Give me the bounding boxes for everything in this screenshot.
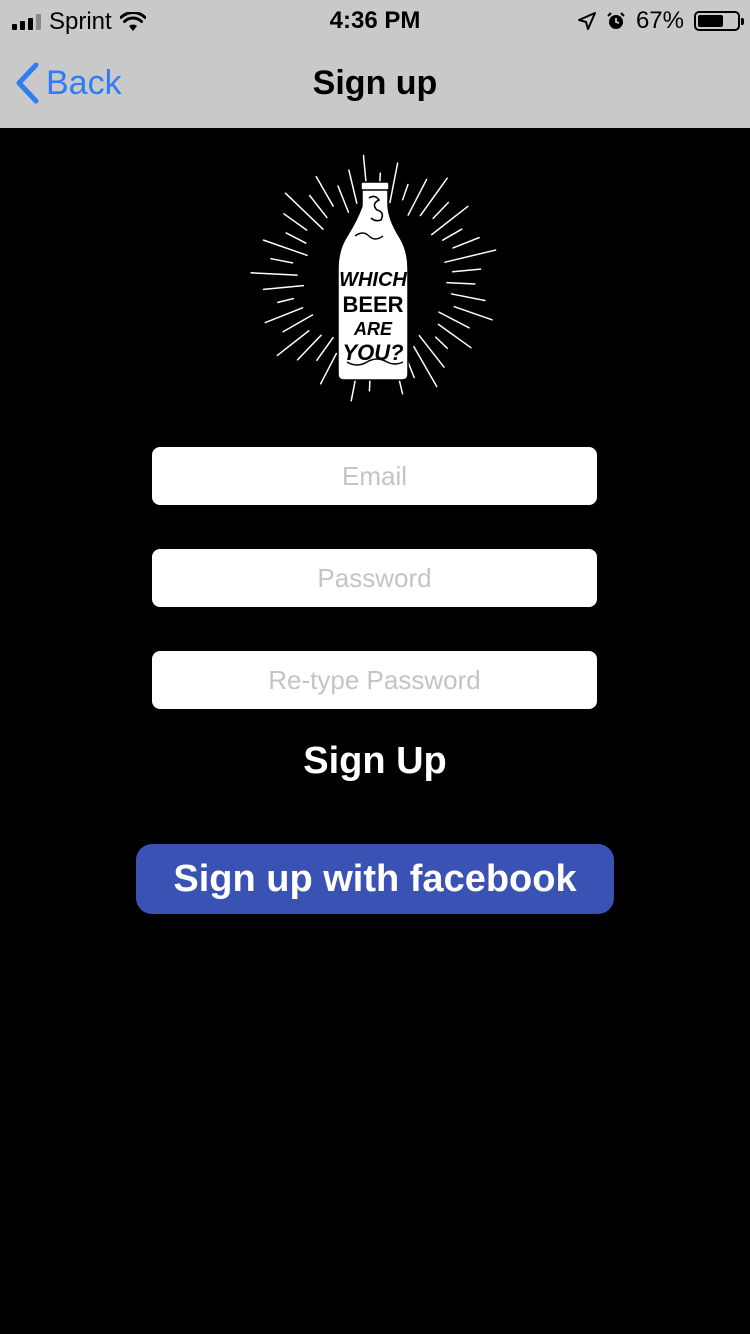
status-right: 67%	[577, 7, 744, 35]
navigation-bar: Back Sign up	[0, 40, 750, 128]
sunburst-ray	[264, 307, 304, 324]
sunburst-ray	[389, 162, 399, 204]
retype-password-field[interactable]	[152, 651, 597, 709]
sunburst-ray	[262, 284, 305, 291]
status-bar: Sprint 4:36 PM 67%	[0, 0, 750, 40]
sunburst-ray	[444, 249, 497, 263]
sunburst-ray	[296, 334, 322, 361]
sunburst-ray	[319, 352, 338, 385]
sunburst-ray	[432, 201, 450, 220]
sunburst-ray	[451, 268, 482, 273]
sunburst-ray	[450, 293, 486, 302]
sunburst-ray	[316, 336, 334, 362]
logo-line-2: BEER	[342, 292, 403, 317]
sunburst-ray	[452, 236, 480, 249]
sunburst-ray	[262, 239, 308, 257]
sunburst-ray	[284, 192, 324, 230]
sunburst-ray	[285, 232, 307, 244]
sunburst-ray	[315, 175, 334, 207]
sunburst-ray	[250, 272, 298, 276]
sunburst-ray	[283, 213, 308, 231]
sunburst-ray	[401, 183, 409, 201]
sunburst-ray	[337, 185, 350, 213]
sunburst-ray	[276, 330, 310, 357]
page-title: Sign up	[312, 64, 438, 102]
password-field[interactable]	[152, 549, 597, 607]
alarm-icon	[607, 12, 625, 29]
sunburst-ray	[270, 257, 294, 264]
logo-line-1: WHICH	[339, 269, 407, 291]
sunburst-ray	[438, 311, 470, 329]
battery-fill	[698, 15, 724, 27]
sunburst-ray	[430, 205, 469, 236]
sunburst-ray	[446, 281, 476, 285]
sunburst-ray	[434, 336, 448, 349]
facebook-signup-button[interactable]: Sign up with facebook	[136, 844, 614, 914]
sunburst-ray	[308, 194, 328, 219]
facebook-signup-label: Sign up with facebook	[173, 857, 577, 900]
sunburst-ray	[441, 228, 463, 241]
beer-bottle-logo: WHICH BEER ARE YOU?	[250, 154, 497, 402]
sign-up-button[interactable]: Sign Up	[0, 740, 750, 783]
sunburst-ray	[453, 305, 493, 321]
sunburst-ray	[282, 314, 314, 333]
location-icon	[577, 12, 596, 30]
bottle-cap	[360, 181, 390, 191]
logo-line-3: ARE	[353, 319, 393, 339]
logo-line-4: YOU?	[342, 340, 403, 365]
sunburst-ray	[348, 169, 358, 204]
email-field[interactable]	[152, 447, 597, 505]
battery-icon	[694, 11, 744, 31]
battery-percent: 67%	[635, 7, 684, 34]
sunburst-ray	[277, 297, 295, 304]
